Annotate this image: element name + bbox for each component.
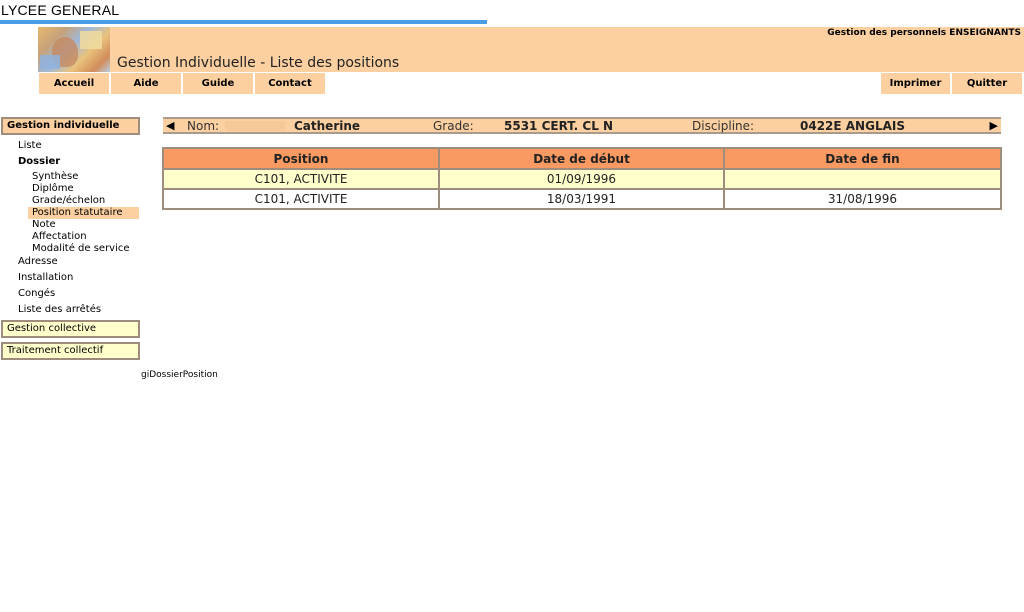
sidebar-item-liste[interactable]: Liste <box>18 140 42 152</box>
sidebar-item-adresse[interactable]: Adresse <box>18 256 58 268</box>
sidebar-subitem-note[interactable]: Note <box>28 219 139 231</box>
school-title: LYCEE GENERAL <box>1 2 120 18</box>
sidebar-subitem-synthese[interactable]: Synthèse <box>28 171 139 183</box>
sidebar-subitem-grade-echelon[interactable]: Grade/échelon <box>28 195 139 207</box>
sidebar-subitem-diplome[interactable]: Diplôme <box>28 183 139 195</box>
sidebar-item-liste-des-arretes[interactable]: Liste des arrêtés <box>18 304 101 316</box>
sidebar-subitem-affectation[interactable]: Affectation <box>28 231 139 243</box>
redacted-name-mask <box>225 121 285 131</box>
discipline-label: Discipline: <box>692 119 755 133</box>
column-header-date-fin: Date de fin <box>723 147 1002 170</box>
table-header-row: Position Date de début Date de fin <box>162 147 1002 170</box>
cell-date-debut: 01/09/1996 <box>438 168 725 190</box>
sidebar-traitement-collectif[interactable]: Traitement collectif <box>1 342 140 360</box>
column-header-position: Position <box>162 147 440 170</box>
application-label: Gestion des personnels ENSEIGNANTS <box>827 28 1021 38</box>
guide-button[interactable]: Guide <box>183 73 253 94</box>
quitter-button[interactable]: Quitter <box>952 73 1022 94</box>
cell-position: C101, ACTIVITE <box>162 168 440 190</box>
sidebar-gestion-individuelle[interactable]: Gestion individuelle <box>1 117 140 135</box>
agent-info-bar: ◀ Nom: Catherine Grade: 5531 CERT. CL N … <box>163 117 1001 134</box>
cell-date-fin <box>723 168 1002 190</box>
sidebar-item-installation[interactable]: Installation <box>18 272 73 284</box>
grade-value: 5531 CERT. CL N <box>504 119 614 133</box>
arrow-right-icon[interactable]: ▶ <box>990 119 998 133</box>
column-header-date-debut: Date de début <box>438 147 725 170</box>
imprimer-button[interactable]: Imprimer <box>881 73 950 94</box>
sidebar-subitem-position-statutaire[interactable]: Position statutaire <box>28 207 139 219</box>
header-photo <box>38 27 110 72</box>
positions-table: Position Date de début Date de fin C101,… <box>162 147 1002 210</box>
table-row[interactable]: C101, ACTIVITE 18/03/1991 31/08/1996 <box>162 188 1002 210</box>
cell-date-debut: 18/03/1991 <box>438 188 725 210</box>
nom-value: Catherine <box>294 119 361 133</box>
page-title: Gestion Individuelle - Liste des positio… <box>117 55 400 71</box>
page-identifier: giDossierPosition <box>141 370 218 380</box>
cell-position: C101, ACTIVITE <box>162 188 440 210</box>
accueil-button[interactable]: Accueil <box>39 73 109 94</box>
arrow-left-icon[interactable]: ◀ <box>166 119 174 133</box>
sidebar-item-conges[interactable]: Congés <box>18 288 55 300</box>
sidebar-item-dossier[interactable]: Dossier <box>18 156 60 168</box>
sidebar-gestion-collective[interactable]: Gestion collective <box>1 320 140 338</box>
nom-label: Nom: <box>187 119 220 133</box>
table-row[interactable]: C101, ACTIVITE 01/09/1996 <box>162 168 1002 190</box>
aide-button[interactable]: Aide <box>111 73 181 94</box>
grade-label: Grade: <box>433 119 474 133</box>
contact-button[interactable]: Contact <box>255 73 325 94</box>
header-divider <box>0 20 487 24</box>
sidebar-subitem-modalite-de-service[interactable]: Modalité de service <box>28 243 139 255</box>
discipline-value: 0422E ANGLAIS <box>800 119 905 133</box>
cell-date-fin: 31/08/1996 <box>723 188 1002 210</box>
